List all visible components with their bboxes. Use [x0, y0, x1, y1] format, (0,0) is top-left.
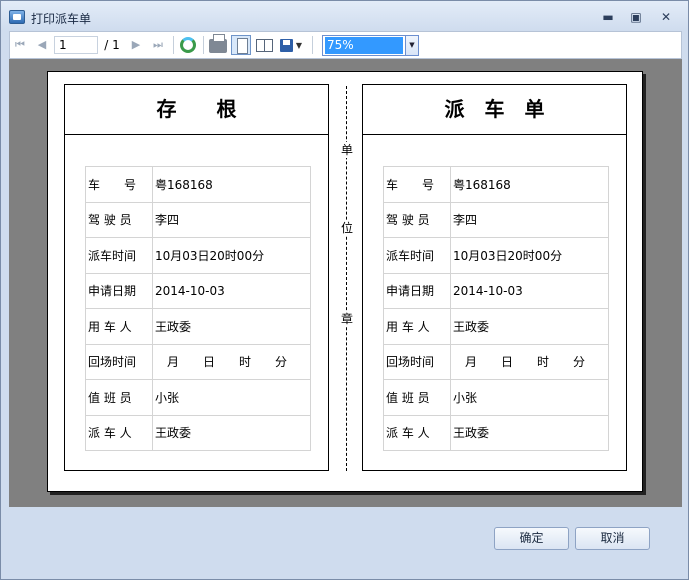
return-time-value: 月日时分	[152, 343, 311, 380]
table-row: 值 班 员小张	[85, 379, 311, 416]
first-page-icon[interactable]: ⏮	[12, 35, 28, 55]
chevron-down-icon[interactable]: ▼	[405, 36, 418, 55]
row-label: 派车时间	[85, 237, 153, 274]
day-unit: 日	[500, 355, 513, 370]
row-label: 用 车 人	[85, 308, 153, 345]
last-page-icon[interactable]: ⏭	[150, 35, 166, 55]
page-number-input[interactable]: 1	[54, 36, 98, 54]
table-row: 车 号粤168168	[85, 166, 311, 203]
hour-unit: 时	[536, 355, 549, 370]
table-row: 用 车 人王政委	[85, 308, 311, 345]
table-row: 驾 驶 员李四	[85, 201, 311, 238]
row-value: 小张	[152, 379, 311, 416]
minute-unit: 分	[274, 355, 287, 370]
day-unit: 日	[202, 355, 215, 370]
row-value: 2014-10-03	[450, 272, 609, 309]
table-row: 车 号粤168168	[383, 166, 609, 203]
table-row: 申请日期 2014-10-03	[383, 272, 609, 309]
divider-char: 位	[340, 220, 354, 236]
row-value: 小张	[450, 379, 609, 416]
table-row: 申请日期 2014-10-03	[85, 272, 311, 309]
toolbar-separator	[203, 36, 204, 54]
row-value: 王政委	[152, 414, 311, 451]
row-label: 驾 驶 员	[383, 201, 451, 238]
minimize-button[interactable]: ▬	[598, 9, 618, 25]
row-label: 申请日期	[383, 272, 451, 309]
table-row: 驾 驶 员李四	[383, 201, 609, 238]
save-icon[interactable]	[280, 39, 293, 52]
cancel-button[interactable]: 取消	[575, 527, 650, 550]
return-time-value: 月日时分	[450, 343, 609, 380]
row-label: 车 号	[383, 166, 451, 203]
row-value: 2014-10-03	[152, 272, 311, 309]
row-value: 王政委	[450, 414, 609, 451]
row-label: 派车时间	[383, 237, 451, 274]
table-row: 派 车 人王政委	[383, 414, 609, 451]
month-unit: 月	[166, 355, 179, 370]
table-row: 派车时间 10月03日20时00分	[383, 237, 609, 274]
row-value: 粤168168	[450, 166, 609, 203]
row-value: 李四	[152, 201, 311, 238]
next-page-icon[interactable]: ▶	[128, 35, 144, 55]
refresh-icon[interactable]	[180, 37, 196, 53]
stub-form-table: 车 号粤168168 驾 驶 员李四 派车时间 10月03日20时00分 申请日期…	[85, 166, 311, 451]
divider-char: 单	[340, 142, 354, 158]
zoom-value: 75%	[325, 37, 403, 54]
zoom-select[interactable]: 75% ▼	[322, 35, 419, 56]
row-label: 用 车 人	[383, 308, 451, 345]
row-value: 粤168168	[152, 166, 311, 203]
page-setup-icon[interactable]	[256, 39, 273, 52]
ok-button[interactable]: 确定	[494, 527, 569, 550]
divider-char: 章	[340, 311, 354, 327]
prev-page-icon[interactable]: ◀	[34, 35, 50, 55]
minute-unit: 分	[572, 355, 585, 370]
report-toolbar: ⏮ ◀ 1 / 1 ▶ ⏭ ▼ 75% ▼	[9, 31, 682, 59]
month-unit: 月	[464, 355, 477, 370]
maximize-button[interactable]: ▣	[626, 9, 646, 25]
row-label: 回场时间	[85, 343, 153, 380]
report-preview-area[interactable]: 存 根 车 号粤168168 驾 驶 员李四 派车时间 10月03日20时00分 …	[9, 59, 682, 507]
dispatch-panel: 派 车 单 车 号粤168168 驾 驶 员李四 派车时间 10月03日20时00…	[362, 84, 627, 471]
table-row: 派车时间 10月03日20时00分	[85, 237, 311, 274]
table-row: 回场时间 月 日 时 分	[383, 343, 609, 380]
table-row: 派 车 人王政委	[85, 414, 311, 451]
print-dialog-window: 打印派车单 ▬ ▣ ✕ ⏮ ◀ 1 / 1 ▶ ⏭ ▼ 75% ▼ 存 根 车 …	[0, 0, 689, 580]
report-page: 存 根 车 号粤168168 驾 驶 员李四 派车时间 10月03日20时00分 …	[47, 71, 643, 492]
save-dropdown-icon[interactable]: ▼	[295, 36, 303, 56]
title-bar: 打印派车单 ▬ ▣ ✕	[1, 1, 688, 31]
page-total-label: / 1	[104, 38, 120, 52]
row-label: 申请日期	[85, 272, 153, 309]
dispatch-form-table: 车 号粤168168 驾 驶 员李四 派车时间 10月03日20时00分 申请日期…	[383, 166, 609, 451]
row-label: 车 号	[85, 166, 153, 203]
table-row: 回场时间 月 日 时 分	[85, 343, 311, 380]
row-value: 10月03日20时00分	[152, 237, 311, 274]
toolbar-separator	[312, 36, 313, 54]
hour-unit: 时	[238, 355, 251, 370]
row-value: 李四	[450, 201, 609, 238]
row-value: 10月03日20时00分	[450, 237, 609, 274]
close-button[interactable]: ✕	[656, 9, 676, 25]
row-label: 派 车 人	[85, 414, 153, 451]
row-label: 值 班 员	[383, 379, 451, 416]
stub-title: 存 根	[65, 85, 328, 135]
app-icon	[9, 10, 25, 24]
window-title: 打印派车单	[31, 12, 92, 26]
page-layout-icon[interactable]	[231, 35, 251, 55]
print-icon[interactable]	[209, 34, 227, 53]
row-label: 回场时间	[383, 343, 451, 380]
dispatch-title: 派 车 单	[363, 85, 626, 135]
toolbar-separator	[173, 36, 174, 54]
table-row: 用 车 人王政委	[383, 308, 609, 345]
row-value: 王政委	[152, 308, 311, 345]
row-label: 值 班 员	[85, 379, 153, 416]
table-row: 值 班 员小张	[383, 379, 609, 416]
row-value: 王政委	[450, 308, 609, 345]
row-label: 驾 驶 员	[85, 201, 153, 238]
row-label: 派 车 人	[383, 414, 451, 451]
stub-panel: 存 根 车 号粤168168 驾 驶 员李四 派车时间 10月03日20时00分 …	[64, 84, 329, 471]
